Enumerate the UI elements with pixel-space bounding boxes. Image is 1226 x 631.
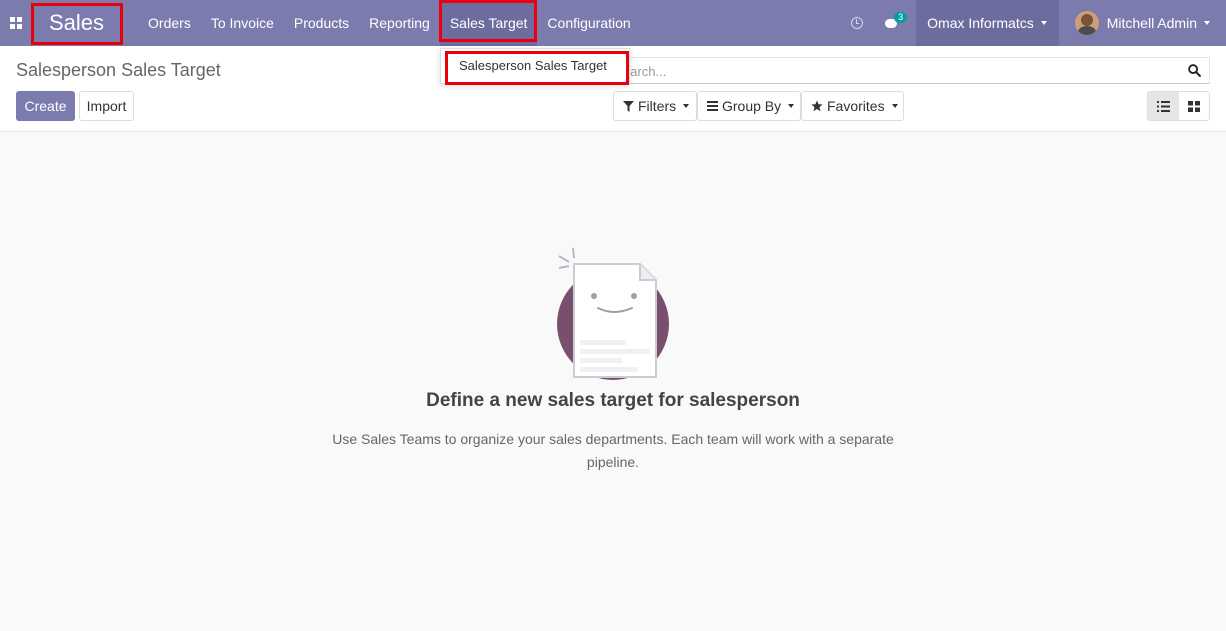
top-navbar: Sales Orders To Invoice Products Reporti… (0, 0, 1226, 46)
message-count-badge: 3 (894, 12, 908, 23)
navbar-right: 3 Omax Informatcs Mitchell Admin (840, 0, 1226, 46)
app-brand[interactable]: Sales (31, 0, 123, 46)
favorites-button[interactable]: Favorites (801, 91, 904, 121)
menu-sales-target[interactable]: Sales Target (438, 0, 538, 46)
caret-down-icon (788, 104, 795, 108)
kanban-view-icon (1187, 100, 1200, 112)
group-by-button[interactable]: Group By (697, 91, 801, 121)
list-view-button[interactable] (1148, 92, 1179, 120)
messaging-icon[interactable]: 3 (874, 0, 908, 46)
caret-down-icon (891, 104, 898, 108)
empty-state: Define a new sales target for salesperso… (0, 132, 1226, 631)
menu-to-invoice[interactable]: To Invoice (201, 0, 284, 46)
empty-state-title: Define a new sales target for salesperso… (426, 390, 800, 411)
menu-reporting[interactable]: Reporting (359, 0, 440, 46)
main-menu: Orders To Invoice Products Reporting Sal… (138, 0, 641, 46)
company-switcher[interactable]: Omax Informatcs (916, 0, 1059, 46)
caret-down-icon (1040, 21, 1047, 25)
menu-orders[interactable]: Orders (138, 0, 201, 46)
favorites-label: Favorites (827, 98, 885, 114)
search-input[interactable]: earch... (613, 57, 1210, 84)
app-name: Sales (49, 10, 105, 35)
user-name: Mitchell Admin (1106, 15, 1197, 31)
filters-button[interactable]: Filters (613, 91, 697, 121)
kanban-view-button[interactable] (1179, 92, 1210, 120)
menu-configuration[interactable]: Configuration (537, 0, 640, 46)
menu-products[interactable]: Products (284, 0, 359, 46)
view-switcher (1147, 91, 1210, 121)
caret-down-icon (1204, 21, 1210, 25)
import-button[interactable]: Import (79, 91, 134, 121)
filters-label: Filters (638, 98, 677, 114)
dropdown-item-salesperson-sales-target[interactable]: Salesperson Sales Target (459, 58, 607, 73)
search-icon[interactable] (1188, 64, 1201, 77)
activity-clock-icon[interactable] (840, 0, 874, 46)
filter-icon (623, 100, 634, 112)
company-name: Omax Informatcs (927, 15, 1034, 31)
sales-target-dropdown: Salesperson Sales Target (440, 48, 630, 85)
apps-menu-icon[interactable] (0, 0, 32, 46)
create-button[interactable]: Create (16, 91, 75, 121)
caret-down-icon (683, 104, 690, 108)
empty-state-text: Use Sales Teams to organize your sales d… (332, 431, 894, 470)
smiling-document-illustration (557, 247, 669, 380)
group-by-label: Group By (722, 98, 782, 114)
avatar (1074, 11, 1099, 35)
list-view-icon (1156, 100, 1170, 112)
user-menu[interactable]: Mitchell Admin (1059, 0, 1226, 46)
page-title: Salesperson Sales Target (16, 60, 221, 80)
star-icon (811, 100, 823, 112)
menu-sales-target-label: Sales Target (449, 15, 528, 31)
list-lines-icon (707, 101, 718, 111)
